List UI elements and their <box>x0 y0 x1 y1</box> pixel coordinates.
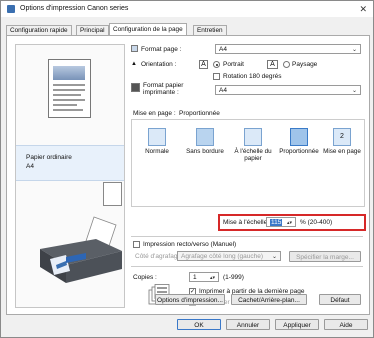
layout-borderless[interactable]: Sans bordure <box>182 128 228 155</box>
stamp-background-button[interactable]: Cachet/Arrière-plan... <box>231 294 307 305</box>
layout-scaled[interactable]: Proportionnée <box>276 128 322 155</box>
defaults-button[interactable]: Défaut <box>319 294 361 305</box>
copies-range: (1-999) <box>223 274 244 281</box>
paper-size-text: A4 <box>26 163 34 170</box>
title-bar: Options d'impression Canon series ✕ <box>1 1 373 17</box>
spinner-arrows-icon[interactable]: ▴▾ <box>210 273 215 283</box>
duplex-checkbox[interactable] <box>133 241 140 248</box>
landscape-label: Paysage <box>292 61 318 68</box>
page-layout-icon: 2 <box>333 128 351 146</box>
borderless-layout-icon <box>196 128 214 146</box>
paper-orientation-icon <box>103 182 122 206</box>
stapling-side-dropdown[interactable]: Agrafage côté long (gauche) ⌄ <box>177 251 281 261</box>
page-size-icon <box>131 45 138 52</box>
page-setup-panel: Papier ordinaire A4 Format page : A4 ⌄ ▲ … <box>6 35 370 315</box>
help-button[interactable]: Aide <box>324 319 368 330</box>
printer-illustration-icon <box>40 216 122 283</box>
media-info-box: Papier ordinaire A4 <box>16 145 124 181</box>
scaling-input[interactable]: 115 ▴▾ <box>266 217 296 227</box>
landscape-page-icon: A <box>267 60 278 69</box>
page-size-label: Format page : <box>141 46 182 53</box>
rotate-180-checkbox[interactable] <box>213 73 220 80</box>
layout-normal[interactable]: Normale <box>134 128 180 155</box>
layout-group: Normale Sans bordure À l'échelle du papi… <box>131 119 365 207</box>
fit-to-page-layout-icon <box>244 128 262 146</box>
orientation-label: Orientation : <box>141 61 177 68</box>
duplex-label: Impression recto/verso (Manuel) <box>143 241 237 248</box>
chevron-down-icon: ⌄ <box>271 254 277 260</box>
media-type-text: Papier ordinaire <box>26 154 72 161</box>
page-preview <box>48 59 91 118</box>
copies-label: Copies : <box>133 274 157 281</box>
preview-pane: Papier ordinaire A4 <box>15 44 125 308</box>
portrait-label: Portrait <box>223 61 244 68</box>
chevron-down-icon: ⌄ <box>351 88 357 94</box>
specify-margin-button[interactable]: Spécifier la marge... <box>289 251 361 262</box>
printer-paper-icon <box>131 83 140 92</box>
spinner-arrows-icon[interactable]: ▴▾ <box>287 218 292 228</box>
preview-image <box>53 66 85 80</box>
printer-app-icon <box>7 5 15 13</box>
rotate-180-label: Rotation 180 degrés <box>223 73 282 80</box>
apply-button[interactable]: Appliquer <box>275 319 319 330</box>
landscape-radio[interactable] <box>283 61 290 68</box>
scaling-label: Mise à l'échelle : <box>223 219 271 226</box>
printer-paper-size-dropdown[interactable]: A4 ⌄ <box>215 85 361 95</box>
layout-fit-to-page[interactable]: À l'échelle du papier <box>230 128 276 162</box>
page-size-dropdown[interactable]: A4 ⌄ <box>215 44 361 54</box>
orientation-arrow-icon: ▲ <box>131 61 137 67</box>
portrait-radio[interactable] <box>213 61 220 68</box>
ok-button[interactable]: OK <box>177 319 221 330</box>
printer-paper-size-label: Format papier imprimante : <box>143 82 184 96</box>
close-icon[interactable]: ✕ <box>359 4 367 15</box>
cancel-button[interactable]: Annuler <box>226 319 270 330</box>
scaled-layout-icon <box>290 128 308 146</box>
normal-layout-icon <box>148 128 166 146</box>
print-options-button[interactable]: Options d'impression... <box>155 294 225 305</box>
dialog-window: Options d'impression Canon series ✕ Conf… <box>0 0 374 338</box>
layout-current-value: Proportionnée <box>179 110 220 117</box>
window-title: Options d'impression Canon series <box>20 5 129 12</box>
layout-label: Mise en page : <box>133 110 176 117</box>
copies-input[interactable]: 1 ▴▾ <box>189 272 219 282</box>
portrait-page-icon: A <box>199 60 208 69</box>
chevron-down-icon: ⌄ <box>351 47 357 53</box>
scaling-range: % (20-400) <box>300 219 333 226</box>
layout-page-layout[interactable]: 2 Mise en page <box>320 128 364 155</box>
